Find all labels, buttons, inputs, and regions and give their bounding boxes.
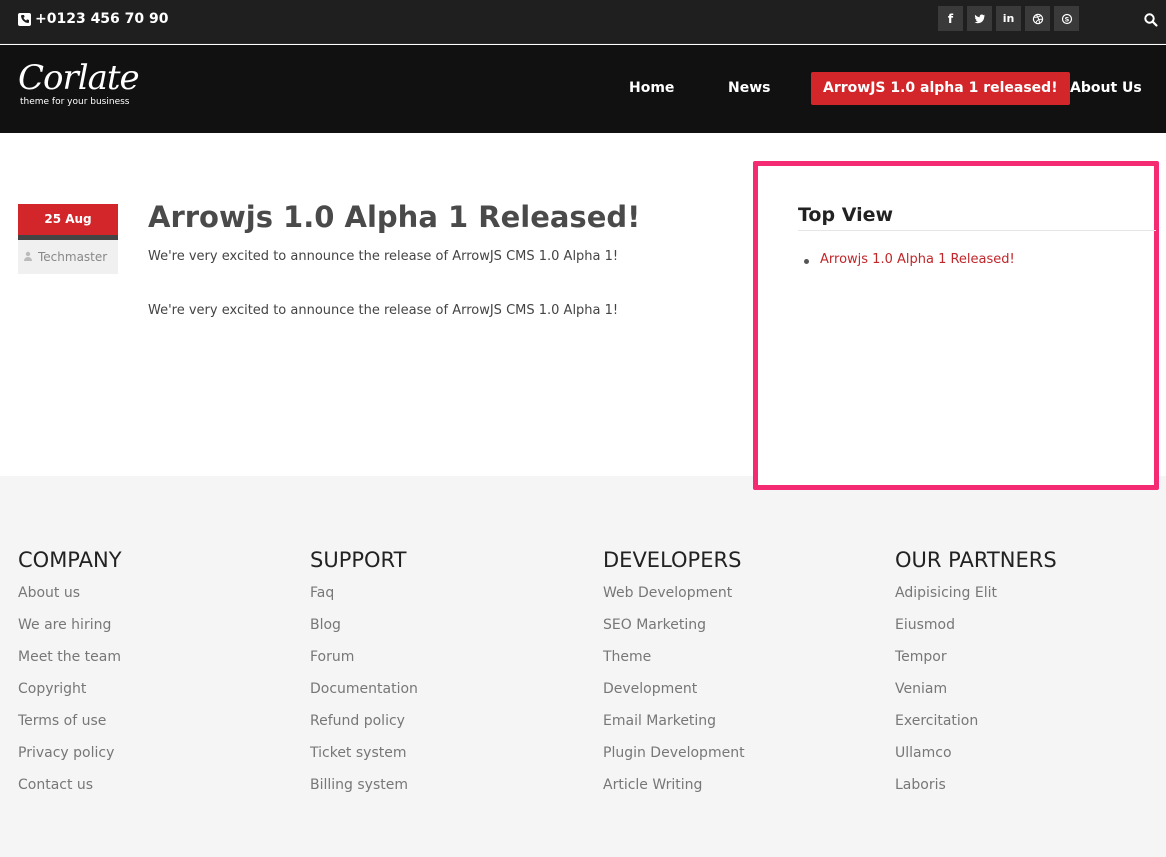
footer-link[interactable]: Copyright xyxy=(18,680,122,712)
post-body: We're very excited to announce the relea… xyxy=(148,303,619,318)
footer-link[interactable]: Plugin Development xyxy=(603,744,745,776)
footer-link[interactable]: Billing system xyxy=(310,776,418,808)
post-excerpt: We're very excited to announce the relea… xyxy=(148,249,619,264)
linkedin-icon[interactable]: in xyxy=(996,6,1021,31)
svg-text:S: S xyxy=(1064,15,1069,23)
main-navbar: Corlate theme for your business Home New… xyxy=(0,45,1166,133)
footer-link[interactable]: Meet the team xyxy=(18,648,122,680)
widget-title: Top View xyxy=(798,204,894,226)
footer-link[interactable]: Email Marketing xyxy=(603,712,745,744)
skype-icon[interactable]: S xyxy=(1054,6,1079,31)
footer-link[interactable]: About us xyxy=(18,584,122,616)
phone-number: +0123 456 70 90 xyxy=(35,11,169,27)
top-view-widget: Top View Arrowjs 1.0 Alpha 1 Released! xyxy=(753,161,1159,490)
facebook-icon[interactable]: f xyxy=(938,6,963,31)
top-view-list: Arrowjs 1.0 Alpha 1 Released! xyxy=(804,252,1015,267)
footer-column-developers: DEVELOPERS Web Development SEO Marketing… xyxy=(603,548,745,808)
footer-link[interactable]: Development xyxy=(603,680,745,712)
footer-link[interactable]: SEO Marketing xyxy=(603,616,745,648)
footer-column-partners: OUR PARTNERS Adipisicing Elit Eiusmod Te… xyxy=(895,548,1057,808)
search-icon[interactable] xyxy=(1143,12,1159,28)
footer-link[interactable]: Laboris xyxy=(895,776,1057,808)
post-author-name: Techmaster xyxy=(38,250,108,264)
footer-link[interactable]: Tempor xyxy=(895,648,1057,680)
footer-column-title: OUR PARTNERS xyxy=(895,548,1057,572)
footer-link[interactable]: Adipisicing Elit xyxy=(895,584,1057,616)
logo-wordmark: Corlate xyxy=(18,58,140,98)
nav-item-home[interactable]: Home xyxy=(617,72,686,105)
phone-contact[interactable]: +0123 456 70 90 xyxy=(18,11,169,27)
footer-column-title: COMPANY xyxy=(18,548,122,572)
nav-item-arrowjs-release[interactable]: ArrowJS 1.0 alpha 1 released! xyxy=(811,72,1070,105)
footer-link[interactable]: Terms of use xyxy=(18,712,122,744)
phone-icon xyxy=(18,12,31,26)
footer-link[interactable]: Blog xyxy=(310,616,418,648)
post-meta: 25 Aug Techmaster xyxy=(18,204,118,274)
footer-link[interactable]: Contact us xyxy=(18,776,122,808)
user-icon xyxy=(23,250,33,264)
social-links: f in S xyxy=(938,6,1079,31)
widget-divider xyxy=(798,230,1156,231)
footer-link[interactable]: Exercitation xyxy=(895,712,1057,744)
footer-link[interactable]: Forum xyxy=(310,648,418,680)
nav-item-about-us[interactable]: About Us xyxy=(1058,72,1154,105)
top-view-link[interactable]: Arrowjs 1.0 Alpha 1 Released! xyxy=(804,252,1015,267)
footer-link[interactable]: Documentation xyxy=(310,680,418,712)
footer-link[interactable]: Web Development xyxy=(603,584,745,616)
top-bar: +0123 456 70 90 f in S xyxy=(0,0,1166,44)
footer-link[interactable]: Eiusmod xyxy=(895,616,1057,648)
nav-item-news[interactable]: News xyxy=(716,72,782,105)
footer-link[interactable]: Ullamco xyxy=(895,744,1057,776)
post-title[interactable]: Arrowjs 1.0 Alpha 1 Released! xyxy=(148,200,640,234)
footer-link[interactable]: Faq xyxy=(310,584,418,616)
dribbble-icon[interactable] xyxy=(1025,6,1050,31)
post-author[interactable]: Techmaster xyxy=(18,250,118,264)
footer-link[interactable]: Theme xyxy=(603,648,745,680)
footer-link[interactable]: We are hiring xyxy=(18,616,122,648)
footer-link[interactable]: Refund policy xyxy=(310,712,418,744)
logo-tagline: theme for your business xyxy=(20,97,130,107)
twitter-icon[interactable] xyxy=(967,6,992,31)
post-date: 25 Aug xyxy=(18,204,118,240)
footer-link[interactable]: Article Writing xyxy=(603,776,745,808)
footer-link[interactable]: Privacy policy xyxy=(18,744,122,776)
footer-link[interactable]: Ticket system xyxy=(310,744,418,776)
site-logo[interactable]: Corlate theme for your business xyxy=(18,58,140,107)
footer-column-title: SUPPORT xyxy=(310,548,407,572)
footer-column-support: SUPPORT Faq Blog Forum Documentation Ref… xyxy=(310,548,418,808)
footer-column-company: COMPANY About us We are hiring Meet the … xyxy=(18,548,122,808)
footer-column-title: DEVELOPERS xyxy=(603,548,742,572)
site-footer: COMPANY About us We are hiring Meet the … xyxy=(0,476,1166,857)
footer-link[interactable]: Veniam xyxy=(895,680,1057,712)
